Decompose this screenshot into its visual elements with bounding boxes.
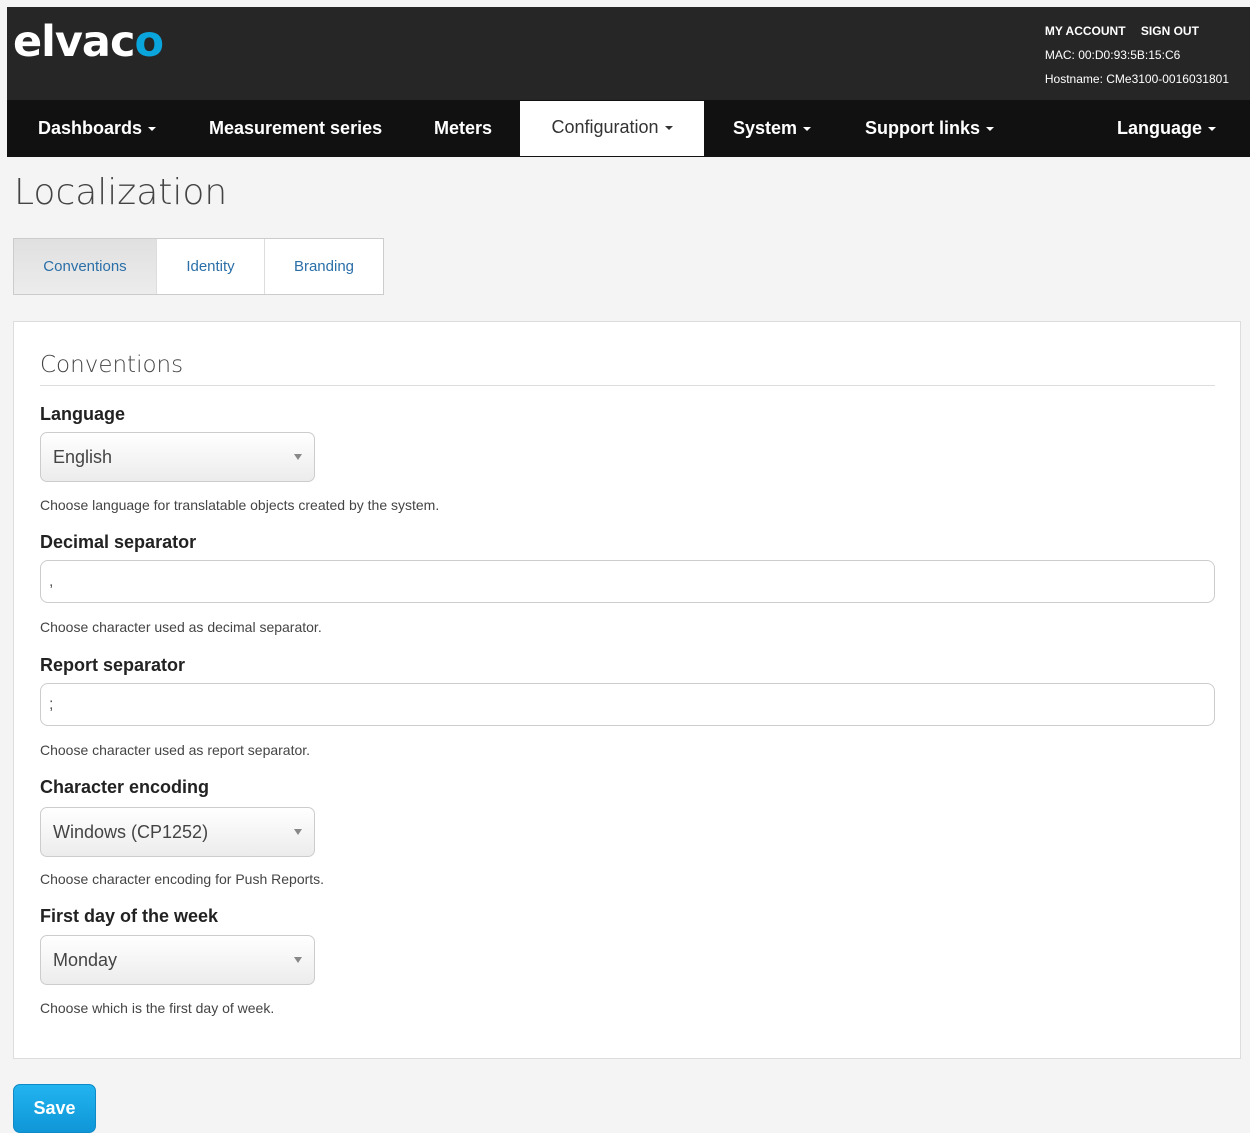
dropdown-arrow-icon: [294, 829, 302, 835]
nav-dashboards[interactable]: Dashboards: [38, 100, 157, 157]
language-select[interactable]: English: [40, 432, 315, 482]
nav-support-links[interactable]: Support links: [865, 100, 995, 157]
chevron-down-icon: [803, 127, 812, 132]
nav-support-links-label: Support links: [865, 118, 981, 138]
tab-identity[interactable]: Identity: [157, 239, 265, 294]
nav-language[interactable]: Language: [1117, 100, 1217, 157]
decimal-separator-input[interactable]: [40, 560, 1215, 603]
top-header: elvaco MY ACCOUNT SIGN OUT MAC: 00:D0:93…: [7, 7, 1250, 157]
dropdown-arrow-icon: [294, 454, 302, 460]
nav-system[interactable]: System: [733, 100, 812, 157]
decimal-separator-label: Decimal separator: [40, 532, 197, 552]
tab-conventions[interactable]: Conventions: [14, 239, 157, 294]
tab-branding[interactable]: Branding: [265, 239, 383, 294]
section-title: Conventions: [40, 352, 184, 378]
decimal-separator-help: Choose character used as decimal separat…: [40, 619, 322, 635]
character-encoding-select[interactable]: Windows (CP1252): [40, 807, 315, 857]
first-day-help: Choose which is the first day of week.: [40, 1000, 275, 1016]
elvaco-logo[interactable]: elvaco: [13, 17, 164, 67]
account-info: MY ACCOUNT SIGN OUT MAC: 00:D0:93:5B:15:…: [1045, 19, 1229, 91]
conventions-panel: Conventions Language English Choose lang…: [13, 321, 1241, 1059]
chevron-down-icon: [664, 126, 673, 131]
localization-tabs: Conventions Identity Branding: [13, 238, 384, 295]
report-separator-input[interactable]: [40, 683, 1215, 726]
logo-text: elvac: [13, 17, 135, 67]
nav-configuration-label: Configuration: [551, 117, 659, 137]
mac-address: MAC: 00:D0:93:5B:15:C6: [1044, 48, 1181, 62]
chevron-down-icon: [1208, 127, 1217, 132]
first-day-select[interactable]: Monday: [40, 935, 315, 985]
nav-dashboards-label: Dashboards: [38, 118, 143, 138]
character-encoding-label: Character encoding: [40, 777, 210, 797]
chevron-down-icon: [148, 127, 157, 132]
nav-meters-label: Meters: [434, 118, 493, 138]
report-separator-label: Report separator: [40, 655, 186, 675]
nav-system-label: System: [733, 118, 798, 138]
main-navbar: Dashboards Measurement series Meters Con…: [7, 100, 1250, 157]
first-day-select-value: Monday: [53, 950, 118, 970]
language-select-value: English: [53, 447, 113, 467]
first-day-label: First day of the week: [40, 906, 219, 926]
my-account-link[interactable]: MY ACCOUNT: [1045, 24, 1126, 38]
chevron-down-icon: [986, 127, 995, 132]
hostname: Hostname: CMe3100-0016031801: [1044, 72, 1229, 86]
nav-measurement-series[interactable]: Measurement series: [209, 100, 382, 157]
character-encoding-select-value: Windows (CP1252): [53, 822, 209, 842]
account-links: MY ACCOUNT SIGN OUT: [1045, 19, 1229, 43]
character-encoding-help: Choose character encoding for Push Repor…: [40, 871, 325, 887]
section-divider: [40, 385, 1215, 386]
nav-meters[interactable]: Meters: [434, 100, 492, 157]
save-button[interactable]: Save: [13, 1084, 96, 1133]
sign-out-link[interactable]: SIGN OUT: [1141, 24, 1199, 38]
nav-configuration[interactable]: Configuration: [520, 101, 704, 156]
nav-measurement-series-label: Measurement series: [209, 118, 383, 138]
language-help: Choose language for translatable objects…: [40, 497, 440, 513]
dropdown-arrow-icon: [294, 957, 302, 963]
logo-accent: o: [134, 17, 164, 67]
nav-language-label: Language: [1117, 118, 1203, 138]
page-title: Localization: [14, 172, 228, 213]
report-separator-help: Choose character used as report separato…: [40, 742, 311, 758]
language-label: Language: [40, 404, 126, 424]
